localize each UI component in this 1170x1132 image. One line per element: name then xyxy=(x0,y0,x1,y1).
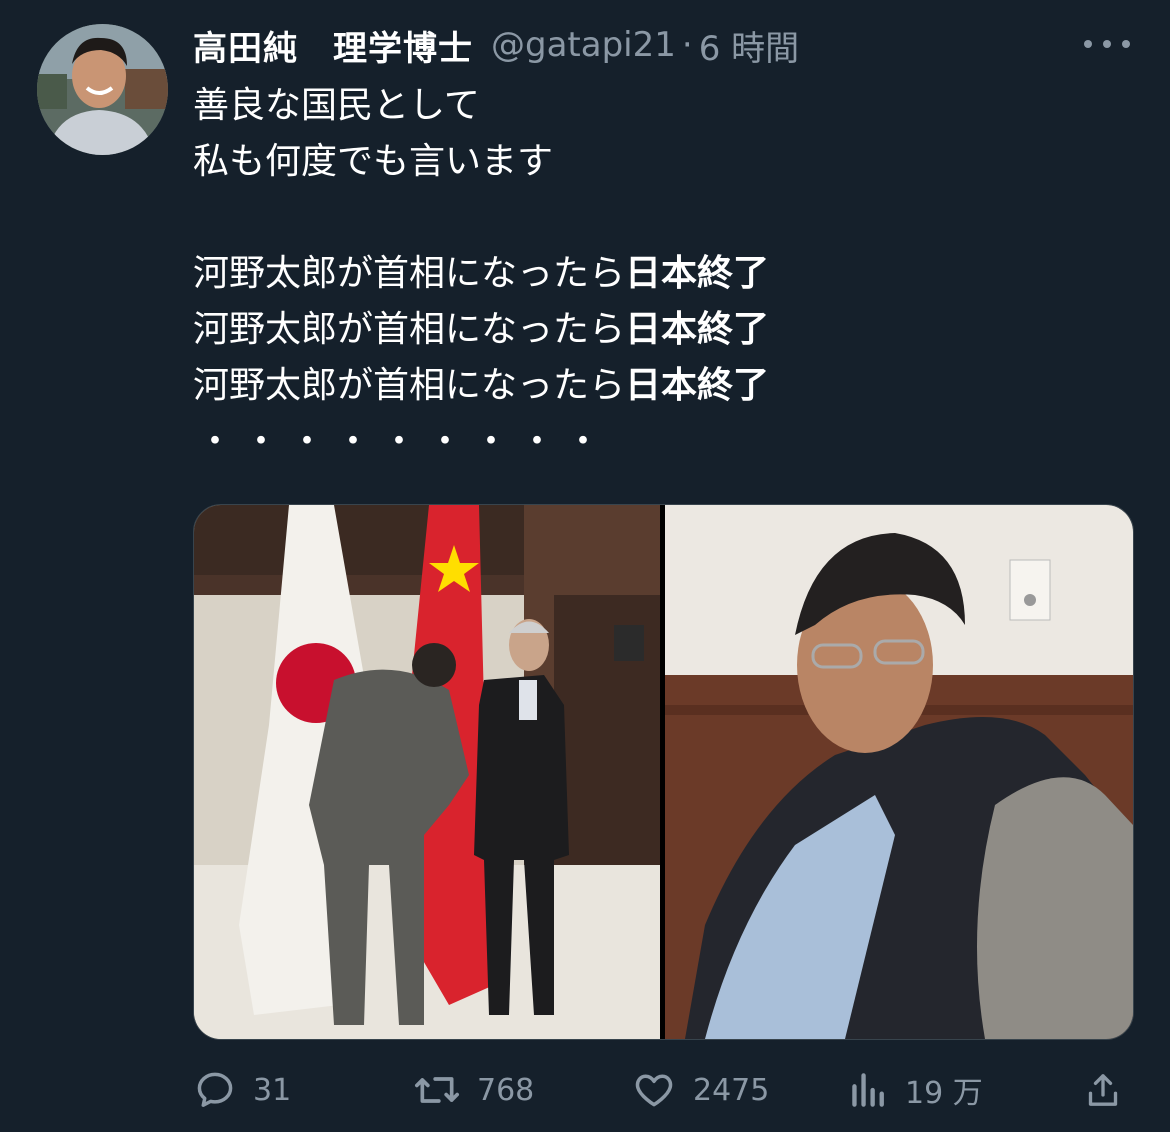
tweet-header: 高田純 理学博士 @gatapi21 · 6 時間 xyxy=(193,20,799,70)
text-line: 河野太郎が首相になったら日本終了 xyxy=(193,302,1143,358)
views-count: 19 万 xyxy=(905,1076,983,1111)
text-line: 河野太郎が首相になったら日本終了 xyxy=(193,246,1143,302)
text-dots: ・・・・・・・・・ xyxy=(197,421,612,462)
like-count: 2475 xyxy=(693,1072,770,1108)
text-line: 河野太郎が首相になったら日本終了 xyxy=(193,358,1143,414)
retweet-icon xyxy=(415,1077,459,1103)
display-name[interactable]: 高田純 理学博士 xyxy=(193,21,473,70)
share-icon xyxy=(1088,1074,1118,1106)
reply-button[interactable]: 31 xyxy=(193,1062,291,1118)
like-button[interactable]: 2475 xyxy=(631,1062,769,1118)
text-prefix: 河野太郎が首相になったら xyxy=(193,365,626,406)
share-button[interactable] xyxy=(1083,1062,1123,1118)
retweet-button[interactable]: 768 xyxy=(413,1062,534,1118)
views-icon xyxy=(852,1073,884,1107)
tweet-text: 善良な国民として 私も何度でも言います 河野太郎が首相になったら日本終了 河野太… xyxy=(193,78,1143,470)
text-prefix: 河野太郎が首相になったら xyxy=(193,253,626,294)
text-bold: 日本終了 xyxy=(625,309,770,350)
media-grid[interactable] xyxy=(193,504,1134,1040)
retweet-count: 768 xyxy=(477,1072,535,1108)
action-bar: 31 768 2475 19 万 xyxy=(193,1062,1133,1118)
tweet[interactable]: 高田純 理学博士 @gatapi21 · 6 時間 善良な国民として 私も何度で… xyxy=(0,0,1170,1132)
text-bold: 日本終了 xyxy=(625,365,770,406)
reply-icon xyxy=(197,1072,233,1107)
avatar[interactable] xyxy=(37,24,168,155)
text-prefix: 河野太郎が首相になったら xyxy=(193,309,626,350)
reply-count: 31 xyxy=(253,1072,292,1108)
more-horizontal-icon[interactable] xyxy=(1084,26,1130,62)
timestamp[interactable]: 6 時間 xyxy=(699,21,799,70)
text-line: 善良な国民として xyxy=(193,85,480,126)
text-bold: 日本終了 xyxy=(625,253,770,294)
views-button[interactable]: 19 万 xyxy=(849,1062,983,1118)
user-handle[interactable]: @gatapi21 xyxy=(491,25,676,65)
heart-icon xyxy=(635,1074,673,1107)
header-separator: · xyxy=(681,25,693,65)
photo-left[interactable] xyxy=(194,505,660,1039)
photo-right[interactable] xyxy=(665,505,1133,1039)
text-line: 私も何度でも言います xyxy=(193,141,554,182)
